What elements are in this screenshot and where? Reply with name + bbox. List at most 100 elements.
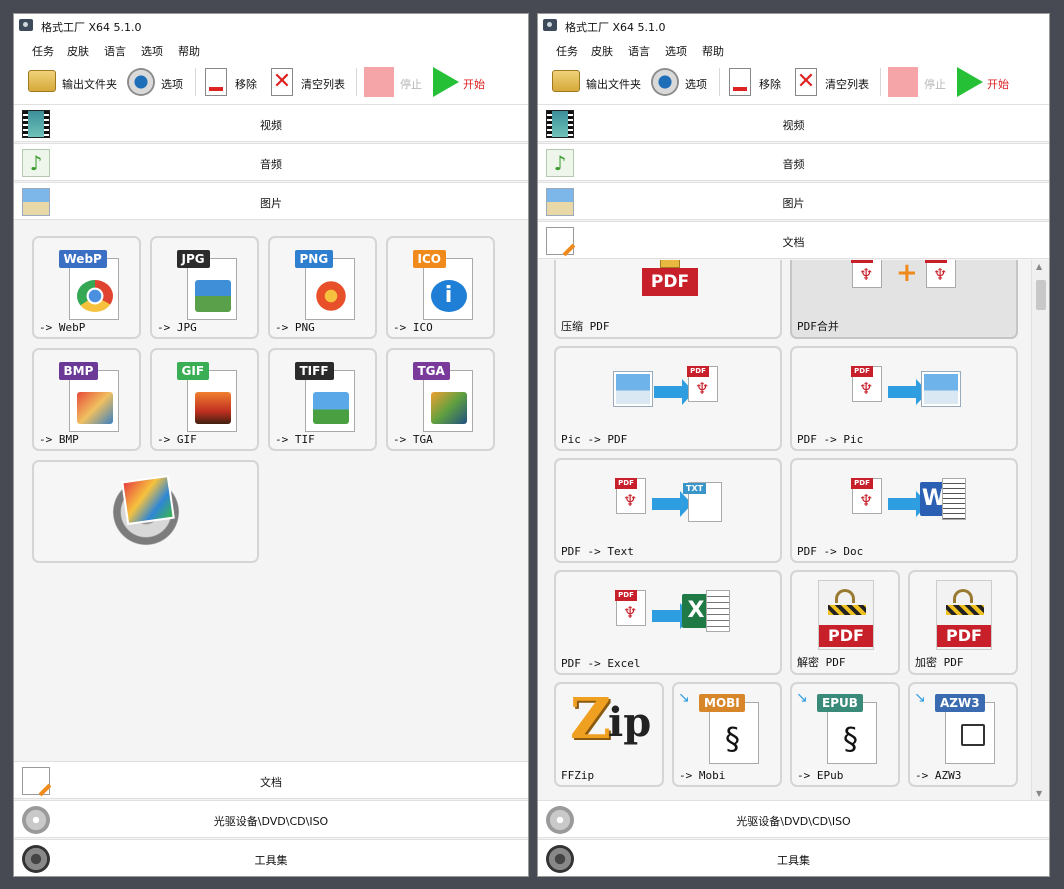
toolbar-divider — [880, 68, 881, 96]
stop-button[interactable]: 停止 — [888, 66, 946, 98]
tool-tile-pdf-to-doc[interactable]: PDF ♆ W PDF -> Doc — [790, 458, 1018, 563]
tool-label-to-azw3: -> AZW3 — [915, 769, 962, 782]
options-button[interactable]: 选项 — [127, 66, 189, 98]
tool-tile-encrypt-pdf[interactable]: PDF 加密 PDF — [908, 570, 1018, 675]
start-play-icon — [957, 67, 983, 97]
format-tile-tiff[interactable]: TIFF -> TIF — [268, 348, 377, 451]
menu-bar: 任务 皮肤 语言 选项 帮助 — [14, 38, 528, 60]
category-video-label: 视频 — [260, 119, 282, 132]
tool-label-pic-to-pdf: Pic -> PDF — [561, 433, 628, 446]
clear-list-button[interactable]: ✕ 清空列表 — [795, 66, 875, 98]
category-disc[interactable]: 光驱设备\DVD\CD\ISO — [14, 800, 528, 838]
menu-language[interactable]: 语言 — [104, 43, 126, 59]
category-tools-label: 工具集 — [777, 854, 810, 867]
clear-list-button[interactable]: ✕ 清空列表 — [271, 66, 351, 98]
category-document[interactable]: 文档 — [14, 761, 528, 799]
arrow-right-icon — [888, 491, 928, 517]
pdf-document-icon: PDF♆ — [851, 478, 882, 514]
category-disc-label: 光驱设备\DVD\CD\ISO — [736, 815, 851, 828]
tool-tile-decrypt-pdf[interactable]: PDF 解密 PDF — [790, 570, 900, 675]
menu-skin[interactable]: 皮肤 — [591, 43, 613, 59]
document-panel-scrollbar[interactable]: ▲ ▼ — [1031, 260, 1049, 800]
menu-language[interactable]: 语言 — [628, 43, 650, 59]
text-file-icon: TXT — [683, 482, 722, 522]
menu-help[interactable]: 帮助 — [178, 43, 200, 59]
category-audio[interactable]: ♪ 音频 — [14, 143, 528, 181]
gif-file-icon: GIF — [173, 360, 237, 432]
encrypt-pdf-icon: PDF — [936, 580, 992, 650]
tiff-file-icon: TIFF — [291, 360, 355, 432]
remove-button[interactable]: 移除 — [205, 66, 260, 98]
tool-tile-pdf-to-text[interactable]: PDF ♆ TXT PDF -> Text — [554, 458, 782, 563]
arrow-right-icon — [652, 491, 692, 517]
category-tools[interactable]: 工具集 — [538, 839, 1049, 876]
start-button[interactable]: 开始 — [955, 66, 1015, 98]
tool-tile-to-epub[interactable]: ↘ EPUB § -> EPub — [790, 682, 900, 787]
tool-tile-merge-pdf[interactable]: PDF♆ + PDF♆ PDF合并 — [790, 260, 1018, 339]
excel-grid-lines — [706, 590, 730, 632]
format-tile-ico[interactable]: ICO i -> ICO — [386, 236, 495, 339]
tool-tile-pic-to-pdf[interactable]: PDF ♆ Pic -> PDF — [554, 346, 782, 451]
format-label-webp: -> WebP — [39, 321, 86, 334]
scroll-up-icon[interactable]: ▲ — [1036, 262, 1042, 271]
format-tile-png[interactable]: PNG -> PNG — [268, 236, 377, 339]
category-video-label: 视频 — [782, 119, 805, 132]
window-title: 格式工厂 X64 5.1.0 — [565, 21, 666, 34]
category-image[interactable]: 图片 — [538, 182, 1049, 220]
image-tools-tile[interactable] — [32, 460, 259, 563]
format-label-jpg: -> JPG — [157, 321, 197, 334]
tool-tile-to-azw3[interactable]: ↘ AZW3 -> AZW3 — [908, 682, 1018, 787]
menu-task[interactable]: 任务 — [32, 43, 54, 59]
options-label: 选项 — [161, 78, 183, 91]
pdf-document-icon: PDF♆ — [615, 590, 646, 626]
category-audio[interactable]: ♪ 音频 — [538, 143, 1049, 181]
category-image[interactable]: 图片 — [14, 182, 528, 220]
menu-bar: 任务 皮肤 语言 选项 帮助 — [538, 38, 1049, 60]
menu-skin[interactable]: 皮肤 — [67, 43, 89, 59]
tool-tile-ffzip[interactable]: Z ip FFZip — [554, 682, 664, 787]
tool-label-merge-pdf: PDF合并 — [797, 320, 839, 333]
plus-icon: + — [896, 260, 918, 288]
pdf-document-icon: PDF♆ — [925, 260, 956, 288]
scroll-down-icon[interactable]: ▼ — [1036, 789, 1042, 798]
tool-tile-pdf-to-pic[interactable]: PDF ♆ PDF -> Pic — [790, 346, 1018, 451]
options-button[interactable]: 选项 — [651, 66, 713, 98]
category-tools[interactable]: 工具集 — [14, 839, 528, 876]
tool-tile-pdf-to-excel[interactable]: PDF ♆ X PDF -> Excel — [554, 570, 782, 675]
ffzip-logo-icon: Z — [570, 686, 611, 752]
format-tile-bmp[interactable]: BMP -> BMP — [32, 348, 141, 451]
start-button[interactable]: 开始 — [431, 66, 491, 98]
format-tile-jpg[interactable]: JPG -> JPG — [150, 236, 259, 339]
arrow-right-icon — [888, 379, 928, 405]
format-tile-webp[interactable]: WebP -> WebP — [32, 236, 141, 339]
format-tile-tga[interactable]: TGA -> TGA — [386, 348, 495, 451]
output-folder-button[interactable]: 输出文件夹 — [552, 66, 644, 98]
category-disc[interactable]: 光驱设备\DVD\CD\ISO — [538, 800, 1049, 838]
pdf-document-icon: PDF♆ — [687, 366, 718, 402]
stop-button[interactable]: 停止 — [364, 66, 422, 98]
image-gear-tools-icon — [107, 474, 184, 550]
ico-file-icon: ICO i — [409, 248, 473, 320]
menu-options[interactable]: 选项 — [141, 43, 163, 59]
output-folder-button[interactable]: 输出文件夹 — [28, 66, 120, 98]
picture-icon — [614, 372, 652, 406]
tool-label-to-epub: -> EPub — [797, 769, 844, 782]
category-video[interactable]: 视频 — [14, 104, 528, 142]
category-image-label: 图片 — [782, 197, 805, 210]
scrollbar-thumb[interactable] — [1036, 280, 1046, 310]
output-folder-label: 输出文件夹 — [62, 78, 117, 91]
tool-tile-compress-pdf[interactable]: PDF 压缩 PDF — [554, 260, 782, 339]
tool-tile-to-mobi[interactable]: ↘ MOBI § -> Mobi — [672, 682, 782, 787]
download-arrow-icon: ↘ — [914, 690, 926, 706]
options-gear-icon — [651, 68, 679, 96]
menu-task[interactable]: 任务 — [556, 43, 578, 59]
remove-label: 移除 — [759, 78, 781, 91]
menu-help[interactable]: 帮助 — [702, 43, 724, 59]
clear-list-icon: ✕ — [271, 68, 293, 96]
format-tile-gif[interactable]: GIF -> GIF — [150, 348, 259, 451]
category-document[interactable]: 文档 — [538, 221, 1049, 259]
category-video[interactable]: 视频 — [538, 104, 1049, 142]
menu-options[interactable]: 选项 — [665, 43, 687, 59]
remove-button[interactable]: 移除 — [729, 66, 784, 98]
folder-icon — [552, 70, 580, 92]
